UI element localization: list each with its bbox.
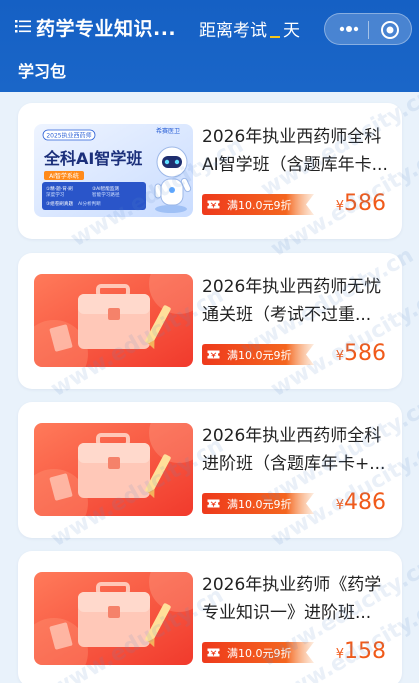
coupon-text: 满10.0元9折 — [227, 349, 292, 362]
countdown-days-blank — [270, 36, 280, 38]
course-thumbnail[interactable] — [34, 274, 193, 367]
more-dots-icon[interactable] — [339, 23, 359, 35]
course-price: ¥486 — [336, 490, 386, 515]
course-price: ¥158 — [336, 639, 386, 664]
countdown-unit: 天 — [283, 21, 300, 41]
mini-program-capsule — [324, 13, 412, 45]
price-value: 486 — [344, 490, 386, 515]
ticket-icon — [207, 648, 220, 657]
course-price: ¥586 — [336, 341, 386, 366]
svg-text:AI智学系统: AI智学系统 — [49, 172, 79, 180]
top-bar: 药学专业知识... 距离考试天 学习包 — [0, 0, 419, 92]
price-value: 586 — [344, 341, 386, 366]
course-card-1[interactable]: 2025执业西药师 希赛医卫 全科AI智学班 AI智学系统 ①精·题·背·刷 深… — [18, 103, 402, 239]
app-title[interactable]: 药学专业知识... — [36, 14, 176, 41]
currency-symbol: ¥ — [335, 199, 344, 214]
coupon-badge: 满10.0元9折 — [202, 344, 314, 365]
ticket-icon — [207, 200, 220, 209]
svg-text:全科AI智学班: 全科AI智学班 — [43, 149, 142, 168]
currency-symbol: ¥ — [335, 498, 344, 513]
svg-text:2025执业西药师: 2025执业西药师 — [46, 132, 91, 140]
svg-text:AI分析判断: AI分析判断 — [78, 200, 101, 207]
course-thumbnail[interactable] — [34, 423, 193, 516]
course-price: ¥586 — [336, 191, 386, 216]
course-title[interactable]: 2026年执业药师《药学专业知识一》进阶班... — [202, 571, 390, 627]
countdown-label: 距离考试 — [199, 21, 267, 41]
coupon-text: 满10.0元9折 — [227, 647, 292, 660]
price-value: 586 — [344, 191, 386, 216]
course-card-3[interactable]: 2026年执业西药师全科进阶班（含题库年卡+... 满10.0元9折 ¥486 — [18, 402, 402, 538]
list-menu-icon[interactable] — [15, 18, 31, 34]
course-bag-thumbnail — [34, 423, 193, 516]
course-card-2[interactable]: 2026年执业西药师无忧通关班（考试不过重... 满10.0元9折 ¥586 — [18, 253, 402, 389]
coupon-text: 满10.0元9折 — [227, 199, 292, 212]
coupon-text: 满10.0元9折 — [227, 498, 292, 511]
svg-text:希赛医卫: 希赛医卫 — [156, 127, 180, 135]
course-title[interactable]: 2026年执业西药师全科进阶班（含题库年卡+... — [202, 422, 390, 478]
course-thumbnail[interactable] — [34, 572, 193, 665]
ticket-icon — [207, 350, 220, 359]
course-title[interactable]: 2026年执业西药师全科AI智学班（含题库年卡... — [202, 123, 390, 179]
course-card-4[interactable]: 2026年执业药师《药学专业知识一》进阶班... 满10.0元9折 ¥158 — [18, 551, 402, 683]
coupon-badge: 满10.0元9折 — [202, 642, 314, 663]
svg-text:②AI智能监测: ②AI智能监测 — [92, 185, 119, 192]
course-bag-thumbnail — [34, 274, 193, 367]
nav-row: 药学专业知识... 距离考试天 — [0, 8, 419, 46]
course-thumbnail[interactable]: 2025执业西药师 希赛医卫 全科AI智学班 AI智学系统 ①精·题·背·刷 深… — [34, 124, 193, 217]
course-bag-thumbnail — [34, 572, 193, 665]
exam-countdown: 距离考试天 — [199, 16, 300, 41]
svg-text:深度学习: 深度学习 — [46, 191, 65, 198]
svg-text:③组卷刷真题: ③组卷刷真题 — [46, 200, 73, 207]
section-label-study-package: 学习包 — [18, 62, 67, 81]
coupon-badge: 满10.0元9折 — [202, 493, 314, 514]
ai-course-thumbnail: 2025执业西药师 希赛医卫 全科AI智学班 AI智学系统 ①精·题·背·刷 深… — [34, 124, 193, 217]
svg-text:智能学习路径: 智能学习路径 — [92, 191, 120, 198]
course-title[interactable]: 2026年执业西药师无忧通关班（考试不过重... — [202, 273, 390, 329]
coupon-badge: 满10.0元9折 — [202, 194, 314, 215]
currency-symbol: ¥ — [335, 349, 344, 364]
close-target-icon[interactable] — [380, 20, 400, 40]
svg-text:①精·题·背·刷: ①精·题·背·刷 — [46, 185, 73, 192]
ticket-icon — [207, 499, 220, 508]
capsule-divider — [368, 21, 369, 39]
currency-symbol: ¥ — [335, 647, 344, 662]
price-value: 158 — [344, 639, 386, 664]
